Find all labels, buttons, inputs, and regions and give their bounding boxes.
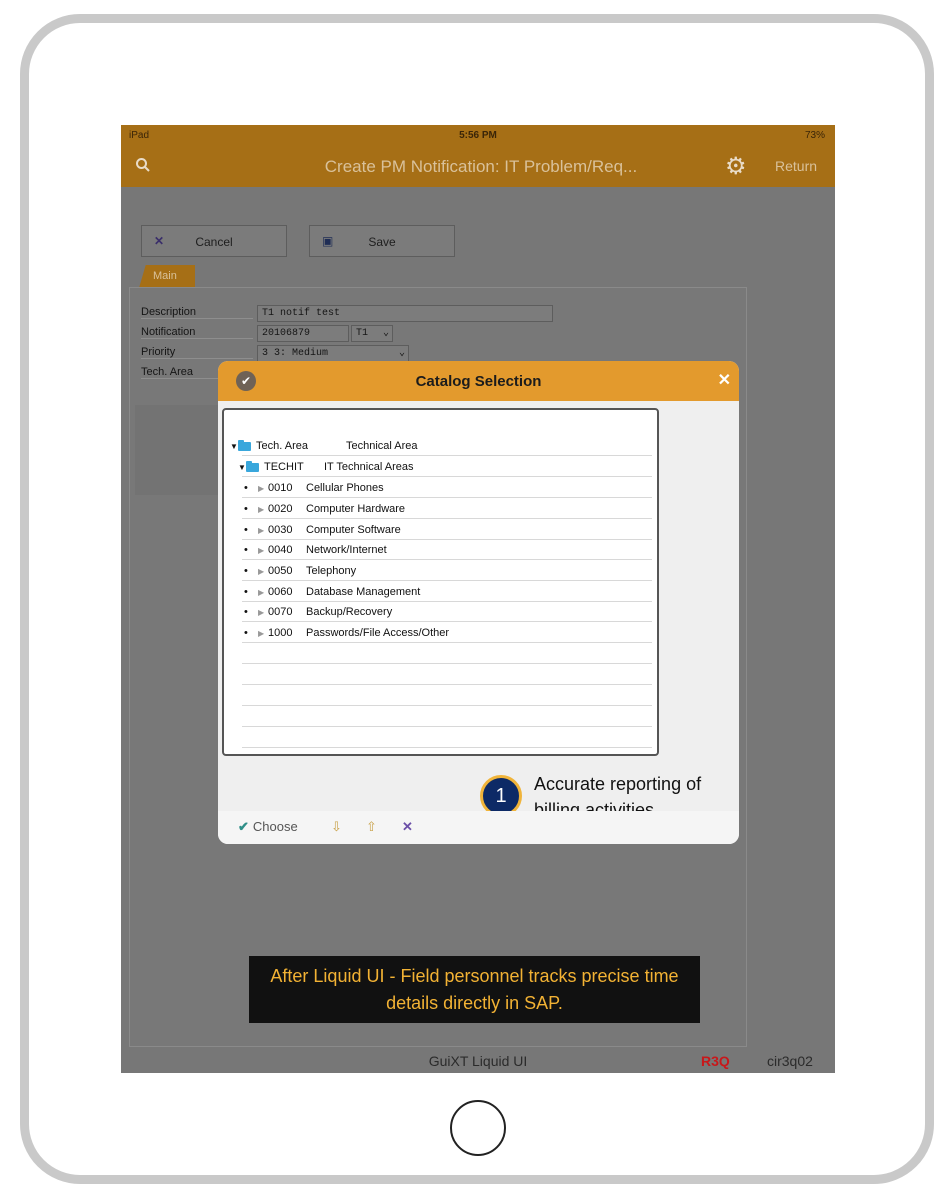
tree-item-code: 0040 (268, 544, 293, 556)
chevron-right-icon: ▶ (258, 588, 265, 597)
chevron-right-icon: ▶ (258, 505, 265, 514)
empty-row (242, 665, 652, 685)
search-icon[interactable] (135, 157, 151, 173)
bullet-icon: • (244, 565, 248, 577)
notification-type-value: T1 (356, 328, 369, 339)
tree-item-text: Database Management (306, 586, 421, 598)
tree-item-code: 0070 (268, 606, 293, 618)
chevron-down-icon: ⌄ (382, 328, 389, 339)
tree-item-row[interactable]: • ▶ 0020 Computer Hardware (242, 499, 652, 519)
tree-item-row[interactable]: • ▶ 0030 Computer Software (242, 520, 652, 540)
tree-item-row[interactable]: • ▶ 1000 Passwords/File Access/Other (242, 623, 652, 643)
check-icon: ✔ (238, 819, 249, 834)
tree-item-code: 0030 (268, 524, 293, 536)
empty-row (242, 644, 652, 664)
expand-icon[interactable]: ▼ (238, 463, 246, 472)
battery-level: 73% (804, 130, 825, 141)
title-bar: Create PM Notification: IT Problem/Req..… (121, 147, 835, 187)
tree-group-row[interactable]: ▼ TECHIT IT Technical Areas (238, 457, 652, 477)
priority-select[interactable]: 3 3: Medium ⌄ (257, 345, 409, 362)
empty-row (242, 707, 652, 727)
tree-item-text: Computer Software (306, 524, 401, 536)
close-icon[interactable]: ✕ (718, 370, 731, 390)
chevron-down-icon: ⌄ (398, 348, 405, 359)
bullet-icon: • (244, 544, 248, 556)
bullet-icon: • (244, 586, 248, 598)
tree-group-code: TECHIT (264, 461, 304, 473)
tab-main[interactable]: Main (139, 265, 195, 288)
chevron-right-icon: ▶ (258, 567, 265, 576)
status-bar: iPad 5:56 PM 73% (121, 125, 835, 147)
tree-item-row[interactable]: • ▶ 0010 Cellular Phones (242, 478, 652, 498)
choose-button[interactable]: ✔ Choose (238, 819, 298, 835)
tree-item-row[interactable]: • ▶ 0040 Network/Internet (242, 540, 652, 560)
status-time: 5:56 PM (459, 130, 497, 141)
dialog-footer: ✔ Choose ⇩ ⇧ ✕ (218, 811, 739, 844)
priority-label: Priority (141, 346, 253, 359)
tree-group-text: IT Technical Areas (324, 461, 414, 473)
bullet-icon: • (244, 503, 248, 515)
chevron-right-icon: ▶ (258, 484, 265, 493)
page-title: Create PM Notification: IT Problem/Req..… (324, 157, 638, 176)
system-id: R3Q (701, 1053, 730, 1069)
expand-icon[interactable]: ▼ (230, 442, 238, 451)
choose-label: Choose (252, 819, 298, 834)
cancel-label: Cancel (195, 235, 233, 249)
catalog-selection-dialog: ✔ Catalog Selection ✕ ▼ Tech. Area Techn… (218, 361, 739, 844)
tree-item-text: Passwords/File Access/Other (306, 627, 450, 639)
collapse-all-icon[interactable]: ⇧ (366, 819, 377, 835)
notification-type-select[interactable]: T1 ⌄ (351, 325, 393, 342)
tree-item-row[interactable]: • ▶ 0070 Backup/Recovery (242, 602, 652, 622)
description-field[interactable]: T1 notif test (257, 305, 553, 322)
bottom-bar: GuiXT Liquid UI R3Q cir3q02 (121, 1050, 835, 1073)
expand-all-icon[interactable]: ⇩ (331, 819, 342, 835)
tree-item-code: 0060 (268, 586, 293, 598)
notification-field[interactable]: 20106879 (257, 325, 349, 342)
tree-item-text: Computer Hardware (306, 503, 406, 515)
return-button[interactable]: Return (775, 158, 817, 174)
bullet-icon: • (244, 482, 248, 494)
bullet-icon: • (244, 524, 248, 536)
tree-item-text: Cellular Phones (306, 482, 384, 494)
chevron-right-icon: ▶ (258, 546, 265, 555)
notification-label: Notification (141, 326, 253, 339)
tree-root-code: Tech. Area (256, 440, 308, 452)
tree-item-code: 0050 (268, 565, 293, 577)
chevron-right-icon: ▶ (258, 526, 265, 535)
bullet-icon: • (244, 606, 248, 618)
chevron-right-icon: ▶ (258, 629, 265, 638)
tree-item-text: Telephony (306, 565, 357, 577)
tree-item-code: 1000 (268, 627, 293, 639)
tree-item-row[interactable]: • ▶ 0050 Telephony (242, 561, 652, 581)
tree-item-text: Backup/Recovery (306, 606, 393, 618)
tree-item-row[interactable]: • ▶ 0060 Database Management (242, 582, 652, 602)
client-id: cir3q02 (767, 1053, 813, 1069)
home-button[interactable] (450, 1100, 506, 1156)
cancel-icon[interactable]: ✕ (402, 819, 413, 835)
tree-item-code: 0010 (268, 482, 293, 494)
tree-item-text: Network/Internet (306, 544, 387, 556)
cancel-button[interactable]: ✕ Cancel (141, 225, 287, 257)
catalog-tree[interactable]: ▼ Tech. Area Technical Area ▼ TECHIT IT … (222, 408, 659, 756)
dialog-title: Catalog Selection (415, 373, 542, 390)
description-label: Description (141, 306, 253, 319)
save-label: Save (368, 235, 396, 249)
tree-item-code: 0020 (268, 503, 293, 515)
dialog-header: ✔ Catalog Selection ✕ (218, 361, 739, 401)
caption-banner: After Liquid UI - Field personnel tracks… (249, 956, 700, 1023)
save-button[interactable]: ▣ Save (309, 225, 455, 257)
folder-icon (246, 461, 259, 472)
chevron-right-icon: ▶ (258, 608, 265, 617)
priority-value: 3 3: Medium (262, 348, 329, 359)
tree-root-text: Technical Area (346, 440, 418, 452)
tree-root-row[interactable]: ▼ Tech. Area Technical Area (230, 436, 652, 456)
gear-icon[interactable]: ⚙ (725, 155, 749, 179)
bullet-icon: • (244, 627, 248, 639)
form-block (135, 405, 219, 495)
empty-row (242, 686, 652, 706)
folder-icon (238, 440, 251, 451)
empty-row (242, 728, 652, 748)
